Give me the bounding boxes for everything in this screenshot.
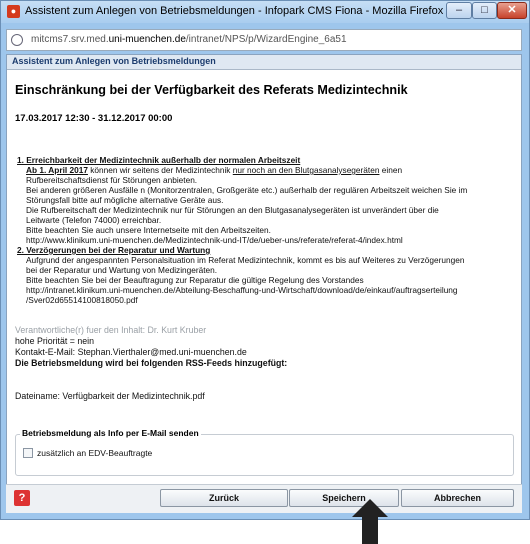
firefox-icon: ●	[7, 5, 20, 18]
section1-line1: Ab 1. April 2017 können wir seitens der …	[26, 165, 403, 175]
section2-line: bei der Reparatur und Wartung von Medizi…	[26, 265, 218, 275]
section1-link[interactable]: http://www.klinikum.uni-muenchen.de/Medi…	[26, 235, 403, 245]
filename: Dateiname: Verfügbarkeit der Medizintech…	[15, 391, 205, 401]
section1-line: Rufbereitschaftsdienst für Störungen anb…	[26, 175, 198, 185]
responsible-person: Verantwortliche(r) fuer den Inhalt: Dr. …	[15, 325, 207, 335]
email-fieldset-legend: Betriebsmeldung als Info per E-Mail send…	[20, 428, 201, 438]
minimize-button[interactable]: –	[446, 2, 472, 19]
dialog-footer: ? Zurück Speichern Abbrechen	[6, 484, 522, 513]
edv-checkbox-label[interactable]: zusätzlich an EDV-Beauftragte	[37, 448, 152, 458]
section2-link[interactable]: http://intranet.klinikum.uni-muenchen.de…	[26, 285, 458, 295]
section2-line: Aufgrund der angespannten Personalsituat…	[26, 255, 465, 265]
dialog-content: Assistent zum Anlegen von Betriebsmeldun…	[6, 54, 522, 512]
section1-line: Bitte beachten Sie auch unsere Internets…	[26, 225, 271, 235]
section1-line: Leitwarte (Telefon 74000) erreichbar.	[26, 215, 162, 225]
cancel-button[interactable]: Abbrechen	[401, 489, 514, 507]
section2-title: 2. Verzögerungen bei der Reparatur und W…	[17, 245, 211, 255]
maximize-button[interactable]: □	[472, 2, 497, 19]
page-header: Assistent zum Anlegen von Betriebsmeldun…	[7, 55, 521, 70]
section1-line: Die Rufbereitschaft der Medizintechnik n…	[26, 205, 439, 215]
url-bar[interactable]: mitcms7.srv.med.uni-muenchen.de/intranet…	[6, 29, 522, 51]
rss-feeds-label: Die Betriebsmeldung wird bei folgenden R…	[15, 358, 288, 368]
date-range: 17.03.2017 12:30 - 31.12.2017 00:00	[15, 113, 173, 124]
title-bar: ● Assistent zum Anlegen von Betriebsmeld…	[1, 1, 529, 23]
close-button[interactable]: ✕	[497, 2, 527, 19]
page-title: Einschränkung bei der Verfügbarkeit des …	[15, 83, 408, 97]
section1-line: Bei anderen größeren Ausfälle n (Monitor…	[26, 185, 468, 195]
section2-line: Bitte beachten Sie bei der Beauftragung …	[26, 275, 364, 285]
section1-line: Störungsfall bitte auf mögliche alternat…	[26, 195, 224, 205]
priority: hohe Priorität = nein	[15, 336, 94, 346]
pointer-arrow-shaft	[362, 516, 378, 544]
help-icon[interactable]: ?	[14, 490, 30, 506]
contact-email: Kontakt-E-Mail: Stephan.Vierthaler@med.u…	[15, 347, 247, 357]
url-text: mitcms7.srv.med.uni-muenchen.de/intranet…	[31, 34, 347, 45]
back-button[interactable]: Zurück	[160, 489, 288, 507]
globe-icon	[11, 34, 23, 46]
browser-window: ● Assistent zum Anlegen von Betriebsmeld…	[0, 0, 530, 520]
section2-link-cont[interactable]: /Sver02d65514100818050.pdf	[26, 295, 138, 305]
window-title: Assistent zum Anlegen von Betriebsmeldun…	[25, 5, 444, 17]
edv-checkbox[interactable]	[23, 448, 33, 458]
pointer-arrow-icon	[352, 499, 388, 517]
page-header-text: Assistent zum Anlegen von Betriebsmeldun…	[12, 56, 216, 66]
section1-title: 1. Erreichbarkeit der Medizintechnik auß…	[17, 155, 301, 165]
